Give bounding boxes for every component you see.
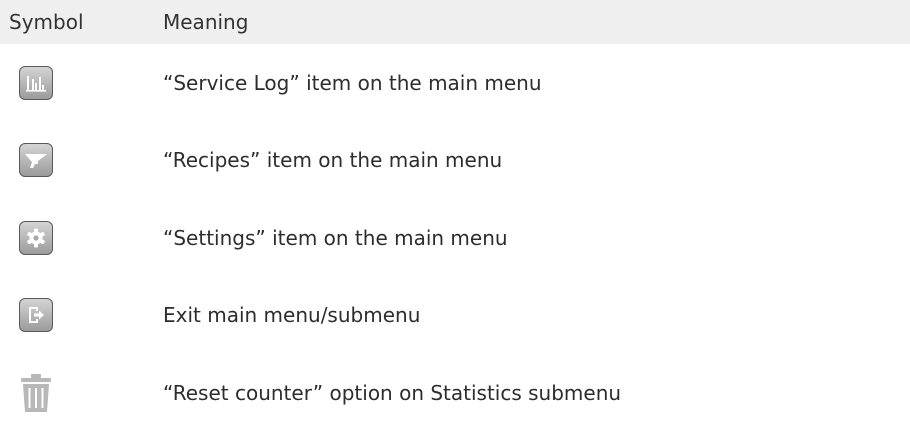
trash-icon	[19, 373, 53, 413]
table-header: Symbol Meaning	[0, 0, 910, 44]
table-row: “Service Log” item on the main menu	[0, 44, 910, 122]
table-row: Exit main menu/submenu	[0, 277, 910, 355]
header-meaning: Meaning	[163, 10, 249, 34]
symbol-cell	[0, 298, 163, 333]
gear-icon	[19, 220, 53, 255]
meaning-cell: “Reset counter” option on Statistics sub…	[163, 380, 622, 405]
meaning-cell: “Settings” item on the main menu	[163, 225, 508, 250]
table-row: “Recipes” item on the main menu	[0, 122, 910, 200]
hopper-icon	[19, 143, 53, 178]
bar-chart-icon	[19, 65, 53, 100]
symbol-cell	[0, 373, 163, 413]
symbol-table: Symbol Meaning “Service Log” item on the…	[0, 0, 910, 432]
symbol-cell	[0, 143, 163, 178]
table-row: “Reset counter” option on Statistics sub…	[0, 354, 910, 432]
meaning-cell: Exit main menu/submenu	[163, 303, 421, 328]
exit-icon	[19, 298, 53, 333]
symbol-cell	[0, 65, 163, 100]
header-symbol: Symbol	[9, 10, 84, 34]
table-row: “Settings” item on the main menu	[0, 199, 910, 277]
meaning-cell: “Recipes” item on the main menu	[163, 148, 503, 173]
symbol-cell	[0, 220, 163, 255]
meaning-cell: “Service Log” item on the main menu	[163, 70, 542, 95]
